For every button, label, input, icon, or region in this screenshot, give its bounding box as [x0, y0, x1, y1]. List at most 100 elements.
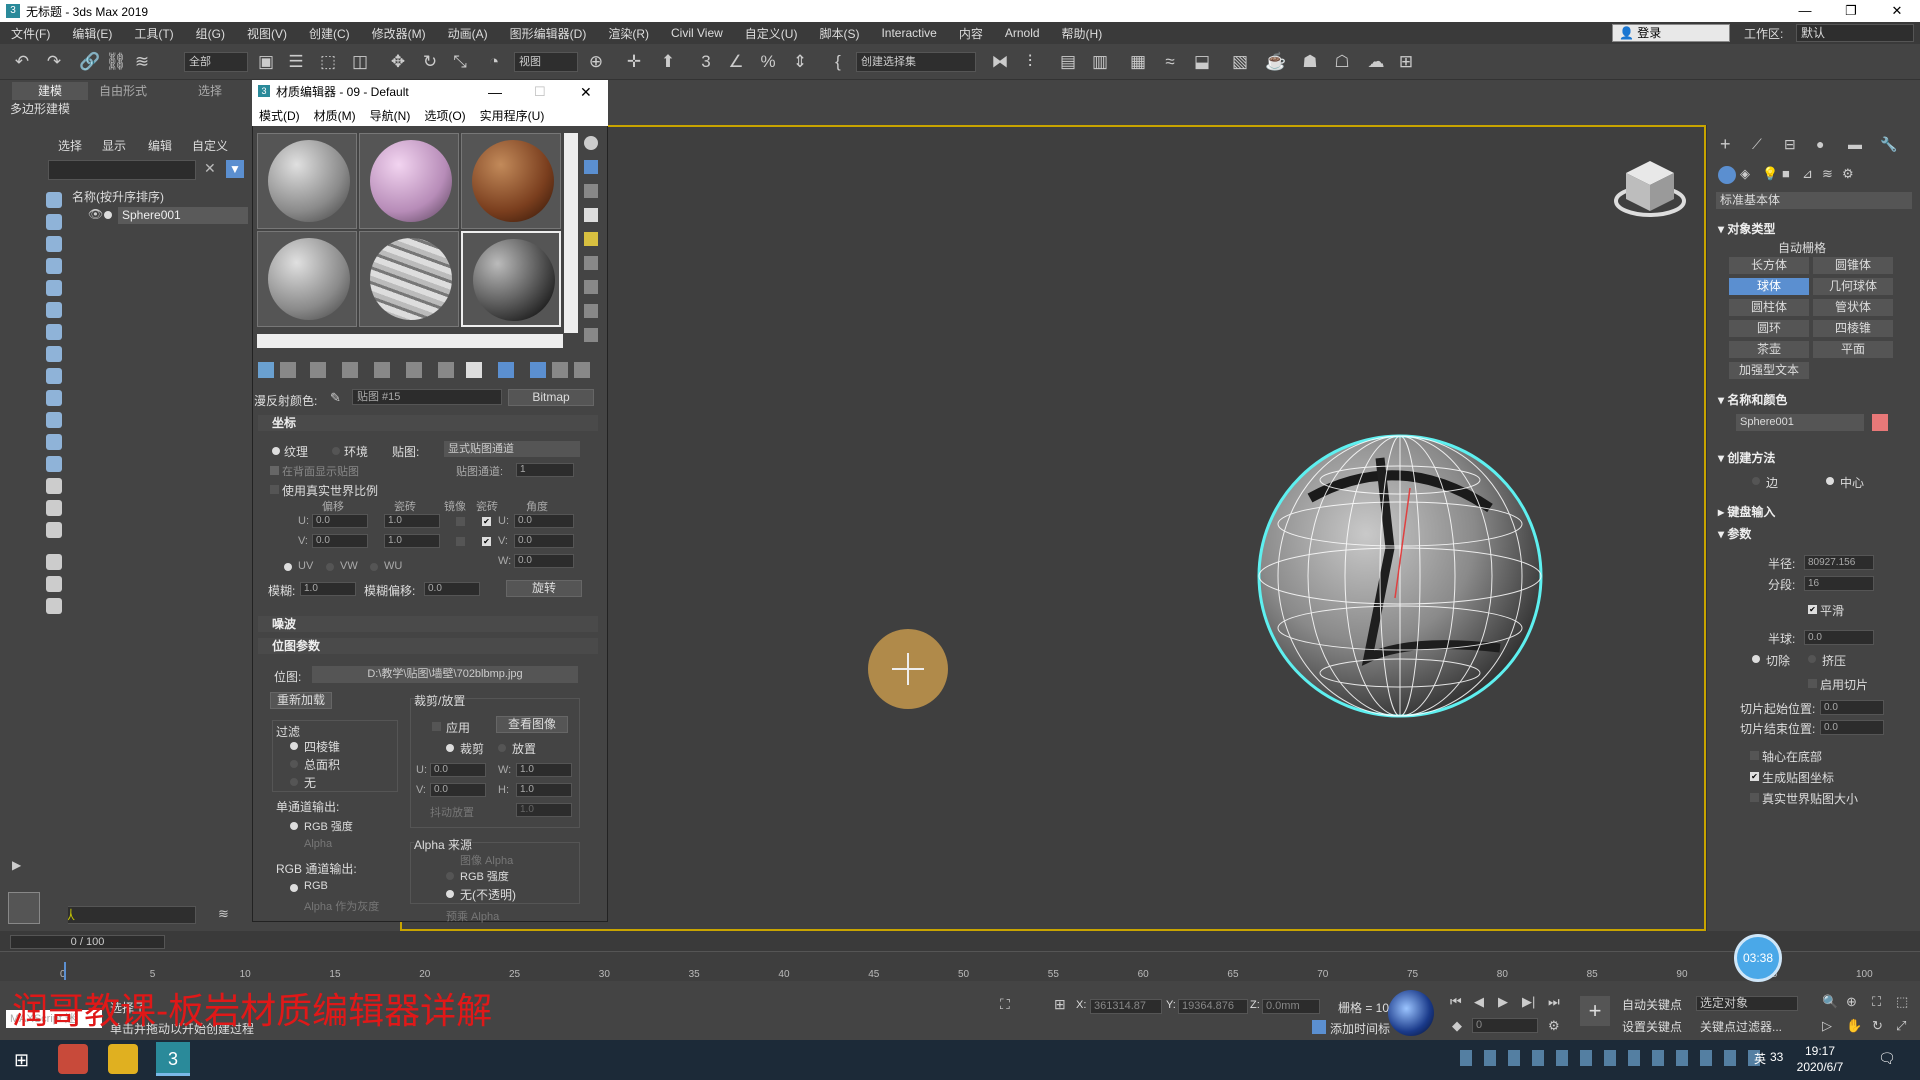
sphere-object[interactable]	[1250, 428, 1550, 728]
viewcube-icon[interactable]	[1612, 155, 1688, 225]
shapes-icon[interactable]: ◈	[1740, 166, 1750, 182]
tube-button[interactable]: 管状体	[1813, 299, 1893, 316]
ribbon-tab-modeling[interactable]: 建模	[12, 82, 88, 100]
x-coord-field[interactable]: 361314.87	[1090, 999, 1162, 1014]
display-helpers-icon[interactable]	[46, 280, 62, 296]
geometry-icon[interactable]	[1718, 166, 1736, 184]
blur-offset-spinner[interactable]: 0.0	[424, 582, 480, 596]
real-world-size-checkbox[interactable]	[1750, 793, 1759, 802]
bitmap-path-button[interactable]: D:\教学\贴图\墙壁\702blbmp.jpg	[312, 666, 578, 683]
menu-group[interactable]: 组(G)	[185, 25, 236, 42]
material-editor-close[interactable]: ✕	[580, 84, 592, 101]
squash-radio[interactable]	[1808, 655, 1816, 663]
set-key-icon[interactable]: +	[1580, 996, 1610, 1026]
v-angle-spinner[interactable]: 0.0	[514, 534, 574, 548]
filter-icon[interactable]: ▼	[226, 160, 244, 178]
z-coord-field[interactable]: 0.0mm	[1262, 999, 1320, 1014]
alpha-none-radio[interactable]	[446, 890, 454, 898]
motion-tab-icon[interactable]: ●	[1816, 136, 1824, 152]
frame-spinner[interactable]: 0	[1472, 1018, 1538, 1033]
key-filters-button[interactable]: 关键点过滤器...	[1700, 1018, 1782, 1035]
display-all-icon[interactable]	[46, 456, 62, 472]
assign-material-icon[interactable]	[310, 362, 326, 378]
smooth-checkbox[interactable]: ✔	[1808, 605, 1817, 614]
render-production-icon[interactable]: ☗	[1298, 50, 1322, 74]
explorer-tab-display[interactable]: 显示	[102, 137, 126, 154]
ribbon-tab-freeform[interactable]: 自由形式	[90, 82, 156, 100]
uv-radio[interactable]	[284, 563, 292, 571]
slice-from-spinner[interactable]: 0.0	[1820, 700, 1884, 715]
material-slot[interactable]	[461, 133, 561, 229]
menu-edit[interactable]: 编辑(E)	[61, 25, 123, 42]
freeze-dot-icon[interactable]	[104, 211, 112, 219]
named-selection-set-select[interactable]: 创建选择集	[856, 52, 976, 72]
display-frozen-icon[interactable]	[46, 412, 62, 428]
percent-snap-icon[interactable]: %	[756, 50, 780, 74]
spinner-snap-icon[interactable]: ⇕	[788, 50, 812, 74]
taskbar-3dsmax-icon[interactable]: 3	[156, 1042, 190, 1076]
toggle-ribbon-icon[interactable]: ▥	[1088, 50, 1112, 74]
set-key-button[interactable]: 设置关键点	[1622, 1018, 1682, 1035]
parameters-heading[interactable]: ▾ 参数	[1718, 525, 1751, 542]
object-type-heading[interactable]: ▾ 对象类型	[1718, 220, 1775, 237]
crop-radio[interactable]	[446, 744, 454, 752]
fov-icon[interactable]: ▷	[1822, 1018, 1832, 1034]
box-button[interactable]: 长方体	[1729, 257, 1809, 274]
blur-spinner[interactable]: 1.0	[300, 582, 356, 596]
me-menu-utilities[interactable]: 实用程序(U)	[473, 107, 552, 124]
display-geometry-icon[interactable]	[46, 192, 62, 208]
display-tab-icon[interactable]: ▬	[1848, 136, 1862, 152]
summed-area-radio[interactable]	[290, 760, 298, 768]
menu-arnold[interactable]: Arnold	[994, 26, 1051, 40]
window-crossing-icon[interactable]: ◫	[348, 50, 372, 74]
cylinder-button[interactable]: 圆柱体	[1729, 299, 1809, 316]
selection-filter-select[interactable]: 全部	[184, 52, 248, 72]
map-channel-spinner[interactable]: 1	[516, 463, 574, 477]
material-editor-icon[interactable]: ⬓	[1190, 50, 1214, 74]
go-forward-sibling-icon[interactable]	[574, 362, 590, 378]
hemisphere-spinner[interactable]: 0.0	[1804, 630, 1874, 645]
material-navigator-icon[interactable]	[584, 328, 598, 342]
bind-space-warp-icon[interactable]: ≋	[130, 50, 154, 74]
material-editor-minimize[interactable]: —	[488, 84, 502, 100]
clear-search-icon[interactable]: ✕	[204, 160, 216, 177]
absolute-mode-icon[interactable]: ⊞	[1054, 996, 1066, 1013]
taskbar-clock[interactable]: 19:17 2020/6/7	[1790, 1043, 1850, 1075]
keyboard-entry-heading[interactable]: ▸ 键盘输入	[1718, 503, 1775, 520]
slots-hscrollbar[interactable]	[257, 334, 563, 348]
object-color-swatch[interactable]	[1872, 414, 1888, 431]
u-mirror-checkbox[interactable]	[456, 517, 465, 526]
taskbar-app-icon[interactable]	[108, 1044, 138, 1074]
cameras-icon[interactable]: ■	[1782, 166, 1790, 181]
name-color-heading[interactable]: ▾ 名称和颜色	[1718, 391, 1787, 408]
rect-region-icon[interactable]: ⬚	[316, 50, 340, 74]
me-menu-options[interactable]: 选项(O)	[417, 107, 472, 124]
select-by-material-icon[interactable]	[584, 304, 598, 318]
taskbar-app-icon[interactable]	[58, 1044, 88, 1074]
apply-checkbox[interactable]	[432, 722, 441, 731]
display-containers-icon[interactable]	[46, 390, 62, 406]
goto-start-icon[interactable]: ⏮	[1450, 994, 1462, 1010]
zoom-all-icon[interactable]: ⊕	[1846, 994, 1857, 1010]
map-type-button[interactable]: Bitmap	[508, 389, 594, 406]
show-map-back-checkbox[interactable]	[270, 466, 279, 475]
layer-field[interactable]: 默认	[48, 906, 196, 924]
slots-scrollbar[interactable]	[564, 133, 578, 333]
pan-icon[interactable]: ✋	[1846, 1018, 1862, 1034]
alpha-rgb-radio[interactable]	[446, 872, 454, 880]
add-time-tag[interactable]: 添加时间标	[1330, 1020, 1390, 1037]
chop-radio[interactable]	[1752, 655, 1760, 663]
select-object-icon[interactable]: ▣	[254, 50, 278, 74]
placement-icon[interactable]: ◔	[482, 50, 506, 74]
menu-tools[interactable]: 工具(T)	[123, 25, 184, 42]
v-tiling-spinner[interactable]: 1.0	[384, 534, 440, 548]
filter-none-radio[interactable]	[290, 778, 298, 786]
explorer-tab-edit[interactable]: 编辑	[148, 137, 172, 154]
u-tile-checkbox[interactable]: ✔	[482, 517, 491, 526]
put-to-library-icon[interactable]	[438, 362, 454, 378]
rendered-frame-icon[interactable]: ☕	[1264, 50, 1288, 74]
unlink-icon[interactable]: ⛓	[104, 50, 128, 74]
systems-icon[interactable]: ⚙	[1842, 166, 1854, 182]
jitter-spinner[interactable]: 1.0	[516, 803, 572, 817]
render-setup-icon[interactable]: ▧	[1228, 50, 1252, 74]
